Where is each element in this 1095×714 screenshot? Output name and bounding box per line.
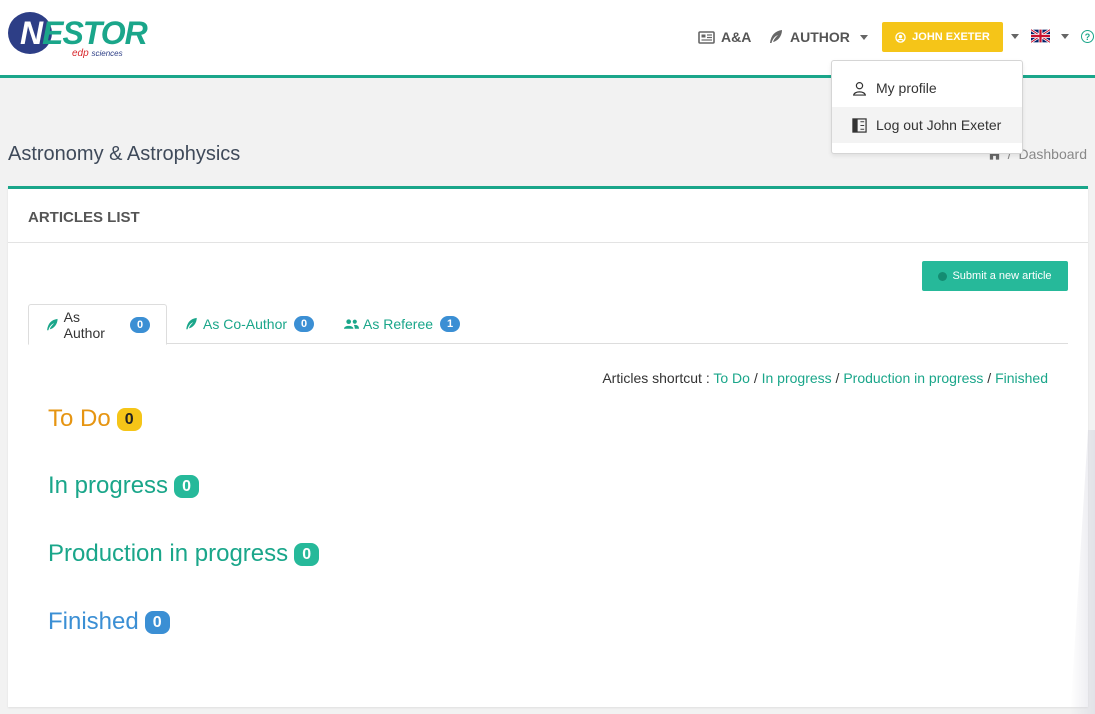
- user-circle-icon: [895, 31, 906, 43]
- section-todo: To Do 0: [48, 405, 142, 433]
- shortcut-separator: /: [831, 370, 844, 386]
- articles-shortcut: Articles shortcut : To Do / In progress …: [602, 370, 1048, 386]
- page-title: Astronomy & Astrophysics: [8, 143, 241, 165]
- tab-as-author[interactable]: As Author 0: [28, 304, 167, 345]
- logout-icon: [852, 117, 867, 133]
- tab-as-referee-label: As Referee: [363, 316, 434, 332]
- shortcut-link-todo[interactable]: To Do: [713, 370, 750, 386]
- tab-as-author-label: As Author: [63, 308, 105, 341]
- submit-article-label: Submit a new article: [952, 270, 1052, 282]
- panel-title: ARTICLES LIST: [28, 209, 140, 226]
- language-toggle-icon[interactable]: [1061, 34, 1069, 39]
- users-icon: [344, 319, 359, 329]
- my-profile-label: My profile: [876, 80, 937, 96]
- feather-icon: [186, 317, 197, 330]
- chevron-down-icon: [859, 34, 868, 40]
- logo-edp-sciences: edp sciences: [72, 48, 123, 59]
- section-finished-count: 0: [144, 610, 170, 634]
- uk-flag-icon[interactable]: [1031, 29, 1050, 43]
- role-tabs: As Author 0 As Co-Author 0 As Referee 1: [28, 304, 1068, 345]
- logo-wordmark: NESTOR: [20, 15, 148, 51]
- user-dropdown-menu: My profile Log out John Exeter: [831, 60, 1023, 154]
- menu-item-my-profile[interactable]: My profile: [832, 70, 1022, 106]
- section-production-count: 0: [294, 542, 320, 566]
- user-icon: [852, 81, 867, 96]
- section-production: Production in progress 0: [48, 540, 320, 568]
- plus-circle-icon: [938, 271, 948, 281]
- logout-label: Log out John Exeter: [876, 117, 1002, 133]
- section-in-progress-title: In progress: [48, 472, 169, 499]
- help-icon[interactable]: ?: [1081, 30, 1094, 43]
- panel-header: ARTICLES LIST: [8, 189, 1088, 243]
- shortcut-link-in-progress[interactable]: In progress: [762, 370, 832, 386]
- articles-panel: ARTICLES LIST Submit a new article As Au…: [8, 186, 1088, 707]
- newspaper-icon: [698, 30, 715, 44]
- nestor-logo[interactable]: NESTOR edp sciences: [8, 12, 148, 62]
- shortcut-separator: /: [749, 370, 762, 386]
- tab-as-coauthor-label: As Co-Author: [203, 316, 288, 332]
- user-menu-toggle-icon[interactable]: [1011, 34, 1019, 39]
- section-todo-title: To Do: [48, 405, 111, 432]
- section-finished-title: Finished: [48, 608, 139, 635]
- section-todo-count: 0: [116, 407, 142, 431]
- user-menu-label: JOHN EXETER: [912, 31, 990, 43]
- tab-as-referee-count: 1: [440, 316, 461, 332]
- menu-item-logout[interactable]: Log out John Exeter: [832, 107, 1022, 143]
- journal-link[interactable]: A&A: [698, 27, 751, 47]
- breadcrumb-current: Dashboard: [1018, 146, 1088, 162]
- author-menu[interactable]: AUTHOR: [768, 27, 868, 47]
- feather-icon: [47, 318, 58, 330]
- shortcut-link-finished[interactable]: Finished: [995, 370, 1048, 386]
- shortcut-separator: /: [983, 370, 996, 386]
- tab-as-coauthor-count: 0: [294, 316, 315, 332]
- tab-as-referee[interactable]: As Referee 1: [328, 304, 476, 344]
- tab-as-author-count: 0: [130, 316, 150, 333]
- shortcut-prefix: Articles shortcut :: [602, 370, 714, 386]
- author-menu-label: AUTHOR: [790, 29, 850, 45]
- section-production-title: Production in progress: [48, 540, 289, 567]
- section-in-progress-count: 0: [174, 474, 200, 498]
- submit-article-button[interactable]: Submit a new article: [922, 261, 1068, 291]
- section-in-progress: In progress 0: [48, 472, 200, 500]
- shortcut-link-production[interactable]: Production in progress: [843, 370, 983, 386]
- section-finished: Finished 0: [48, 608, 170, 636]
- feather-icon: [770, 30, 782, 43]
- user-menu-button[interactable]: JOHN EXETER: [882, 22, 1003, 52]
- tab-as-coauthor[interactable]: As Co-Author 0: [168, 304, 330, 344]
- journal-link-label: A&A: [721, 29, 752, 45]
